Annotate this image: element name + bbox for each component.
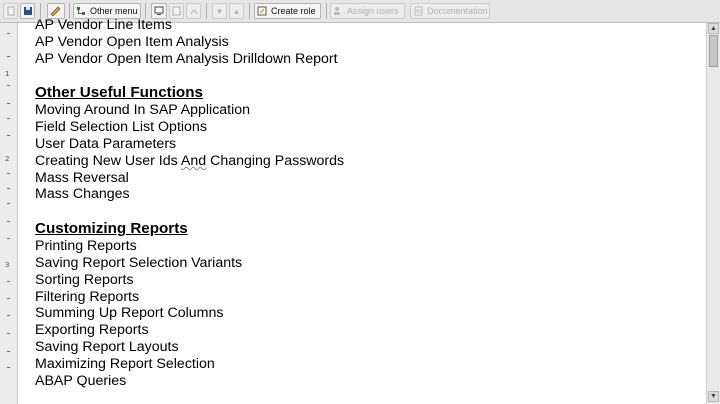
create-role-icon — [257, 6, 267, 16]
ruler-tick — [7, 203, 10, 204]
ruler-tick — [7, 333, 10, 334]
users-icon — [334, 7, 340, 15]
ruler-tick — [7, 135, 10, 136]
assign-users-label: Assign users — [347, 6, 399, 16]
triangle-down-icon: ▼ — [215, 6, 224, 16]
list-item: Mass Changes — [35, 186, 130, 203]
list-item: Saving Report Layouts — [35, 338, 179, 355]
list-item: Field Selection List Options — [35, 119, 207, 136]
ruler-tick — [7, 281, 10, 282]
pencil-glasses-icon — [50, 6, 61, 16]
list-item: AP Vendor Open Item Analysis — [35, 33, 229, 50]
ruler-number: 2 — [5, 155, 10, 163]
list-item-partial: AP Vendor Line Items — [35, 17, 172, 33]
document-body[interactable]: AP Vendor Line Items AP Vendor Open Item… — [35, 17, 695, 389]
other-menu-label: Other menu — [90, 6, 138, 16]
new-document-icon — [7, 6, 14, 16]
arrow-down-icon: ▼ — [710, 393, 717, 400]
create-role-label: Create role — [271, 6, 316, 16]
vertical-ruler: 1 2 3 — [0, 23, 18, 404]
ruler-number: 1 — [5, 70, 10, 78]
list-item: Creating New User Ids And Changing Passw… — [35, 152, 345, 169]
section-heading-other-functions: Other Useful Functions — [35, 84, 203, 102]
new-document-button[interactable] — [3, 3, 18, 19]
ruler-tick — [7, 351, 10, 352]
documentation-icon — [414, 6, 423, 16]
triangle-up-icon: ▲ — [232, 6, 241, 16]
tree-icon — [77, 7, 85, 15]
ruler-tick — [7, 173, 10, 174]
scroll-up-button[interactable]: ▲ — [708, 23, 719, 34]
ruler-tick — [7, 367, 10, 368]
ruler-tick — [7, 85, 10, 86]
ruler-tick — [7, 238, 10, 239]
document-icon — [172, 6, 181, 16]
section-heading-customizing-reports: Customizing Reports — [35, 220, 188, 238]
arrow-up-icon: ▲ — [710, 25, 717, 32]
list-item: Maximizing Report Selection — [35, 355, 215, 372]
list-item: Summing Up Report Columns — [35, 305, 224, 322]
list-item: Filtering Reports — [35, 288, 140, 305]
curve-icon — [190, 10, 197, 15]
ruler-tick — [7, 221, 10, 222]
scroll-down-button[interactable]: ▼ — [708, 391, 719, 402]
list-item: Moving Around In SAP Application — [35, 102, 251, 119]
monitor-icon — [154, 6, 164, 15]
list-item: User Data Parameters — [35, 135, 177, 152]
list-item: Saving Report Selection Variants — [35, 254, 243, 271]
ruler-tick — [7, 33, 10, 34]
ruler-tick — [7, 56, 10, 57]
ruler-tick — [7, 315, 10, 316]
save-button[interactable] — [20, 3, 35, 19]
vertical-scrollbar[interactable]: ▲ ▼ — [706, 23, 720, 404]
ruler-tick — [7, 103, 10, 104]
ruler-number: 3 — [5, 261, 10, 269]
documentation-label: Documentation — [427, 6, 488, 16]
scrollbar-thumb[interactable] — [709, 35, 718, 67]
list-item: ABAP Queries — [35, 372, 127, 389]
list-item: Sorting Reports — [35, 271, 134, 288]
list-item: Exporting Reports — [35, 322, 149, 339]
ruler-tick — [7, 188, 10, 189]
list-item: Mass Reversal — [35, 169, 129, 186]
ruler-tick — [7, 118, 10, 119]
list-item: Printing Reports — [35, 238, 137, 255]
ruler-tick — [7, 298, 10, 299]
spellcheck-word: And — [180, 152, 207, 169]
save-icon — [23, 7, 32, 15]
list-item: AP Vendor Open Item Analysis Drilldown R… — [35, 50, 338, 67]
